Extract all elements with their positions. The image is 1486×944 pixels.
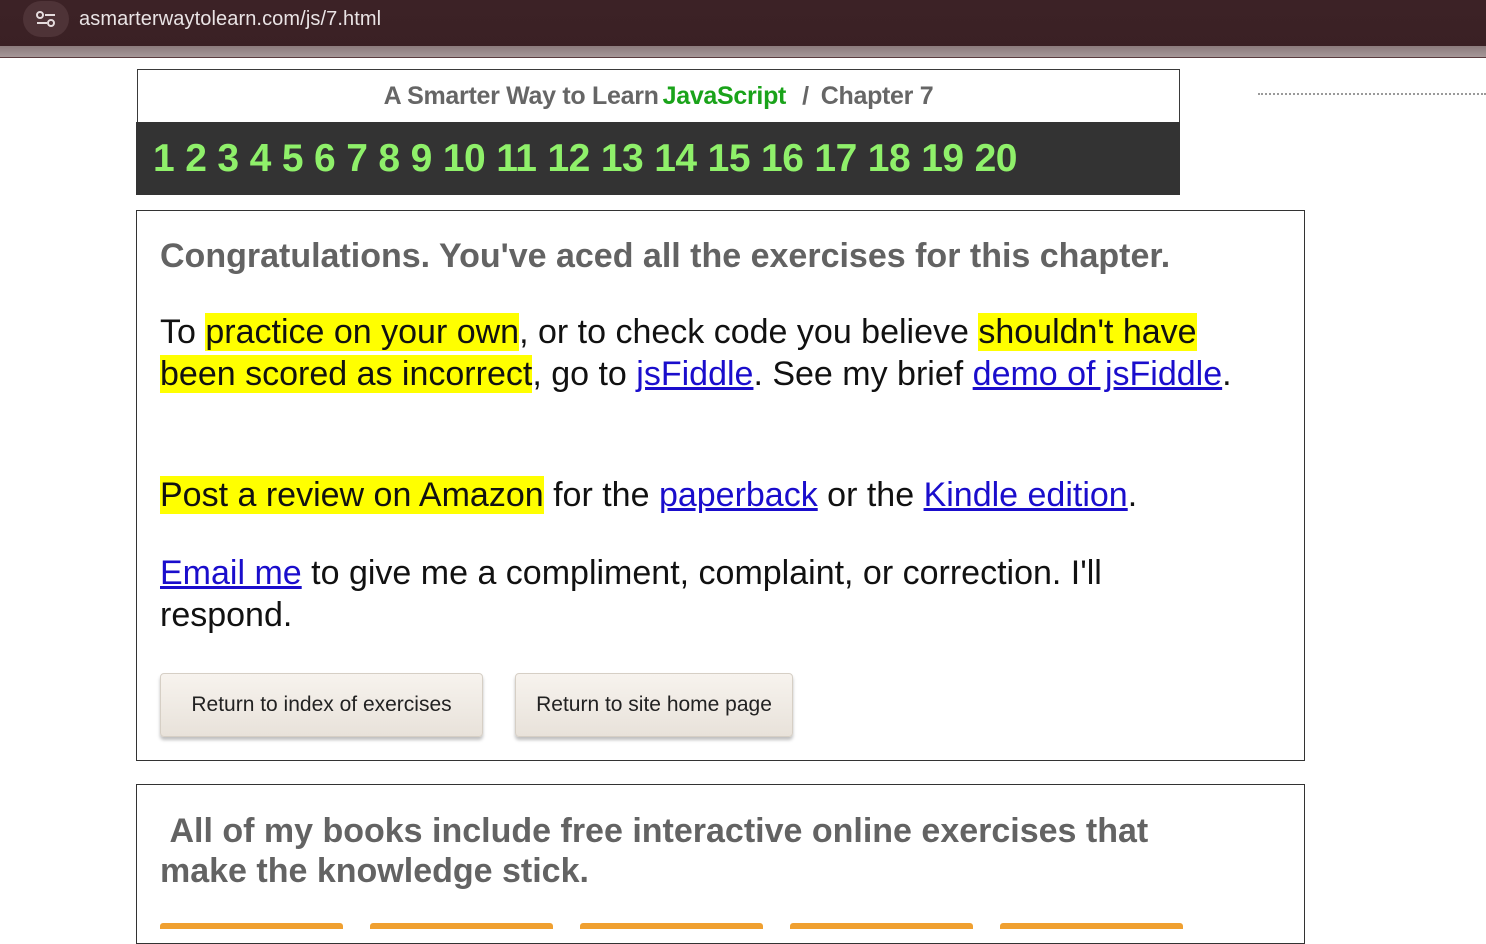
books-heading-text: All of my books include free interactive… (160, 812, 1149, 890)
books-panel: All of my books include free interactive… (136, 784, 1305, 944)
chapter-link-17[interactable]: 17 (814, 137, 857, 181)
text-segment: , go to (532, 355, 637, 393)
text-segment: . (1127, 476, 1138, 514)
book-title: A Smarter Way to Learn (383, 81, 659, 110)
chapter-link-14[interactable]: 14 (654, 137, 697, 181)
chapter-link-2[interactable]: 2 (185, 137, 207, 181)
books-heading: All of my books include free interactive… (160, 811, 1220, 891)
book-thumbnail[interactable] (370, 923, 553, 929)
chapter-label: Chapter 7 (820, 81, 934, 110)
book-thumbnail[interactable] (790, 923, 973, 929)
chapter-link-10[interactable]: 10 (443, 137, 486, 181)
text-segment: or the (817, 476, 924, 514)
return-to-index-button[interactable]: Return to index of exercises (160, 673, 483, 737)
highlighted-text: practice on your own (205, 313, 520, 351)
email-paragraph: Email me to give me a compliment, compla… (160, 552, 1170, 636)
chapter-link-6[interactable]: 6 (314, 137, 336, 181)
return-to-home-button[interactable]: Return to site home page (515, 673, 793, 737)
chapter-link-19[interactable]: 19 (921, 137, 964, 181)
chapter-link-4[interactable]: 4 (250, 137, 272, 181)
text-segment: to give me a compliment, complaint, or c… (160, 554, 1102, 634)
review-paragraph: Post a review on Amazon for the paperbac… (160, 474, 1270, 516)
chapter-link-5[interactable]: 5 (282, 137, 304, 181)
practice-paragraph: To practice on your own, or to check cod… (160, 311, 1270, 395)
highlighted-text: Post a review on Amazon (160, 476, 544, 514)
chapter-link-12[interactable]: 12 (547, 137, 590, 181)
decorative-dotted-line (1258, 93, 1486, 95)
chapter-link-7[interactable]: 7 (346, 137, 368, 181)
email-me-link[interactable]: Email me (160, 554, 302, 592)
chapter-link-15[interactable]: 15 (708, 137, 751, 181)
toolbar-shadow (0, 46, 1486, 57)
chapter-link-3[interactable]: 3 (217, 137, 239, 181)
text-segment: . See my brief (753, 355, 973, 393)
chapter-link-9[interactable]: 9 (411, 137, 433, 181)
site-info-icon[interactable] (23, 1, 69, 37)
tune-icon (36, 11, 55, 27)
text-segment: . (1222, 355, 1232, 393)
address-bar-url[interactable]: asmarterwaytolearn.com/js/7.html (79, 8, 381, 31)
title-separator: / (802, 81, 809, 110)
chapter-navigation: 1 2 3 4 5 6 7 8 9 10 11 12 13 14 15 16 17 18 19 20 (136, 122, 1180, 195)
chapter-link-11[interactable]: 11 (496, 137, 537, 181)
book-title-language: JavaScript (662, 81, 787, 110)
text-segment: To (160, 313, 206, 351)
chapter-link-1[interactable]: 1 (153, 137, 175, 181)
paperback-link[interactable]: paperback (659, 476, 818, 514)
chapter-link-8[interactable]: 8 (378, 137, 400, 181)
demo-jsfiddle-link[interactable]: demo of jsFiddle (973, 355, 1222, 393)
chapter-link-18[interactable]: 18 (868, 137, 911, 181)
chapter-link-13[interactable]: 13 (601, 137, 644, 181)
book-thumbnail[interactable] (160, 923, 343, 929)
congratulations-heading: Congratulations. You've aced all the exe… (160, 237, 1171, 275)
book-thumbnail[interactable] (580, 923, 763, 929)
book-thumbnail[interactable] (1000, 923, 1183, 929)
book-title-bar: A Smarter Way to Learn JavaScript / Chap… (137, 69, 1180, 122)
text-segment: , or to check code you believe (519, 313, 979, 351)
kindle-edition-link[interactable]: Kindle edition (924, 476, 1128, 514)
congratulations-panel: Congratulations. You've aced all the exe… (136, 210, 1305, 761)
chapter-link-20[interactable]: 20 (975, 137, 1018, 181)
text-segment: for the (543, 476, 659, 514)
chapter-link-16[interactable]: 16 (761, 137, 804, 181)
jsfiddle-link[interactable]: jsFiddle (636, 355, 753, 393)
